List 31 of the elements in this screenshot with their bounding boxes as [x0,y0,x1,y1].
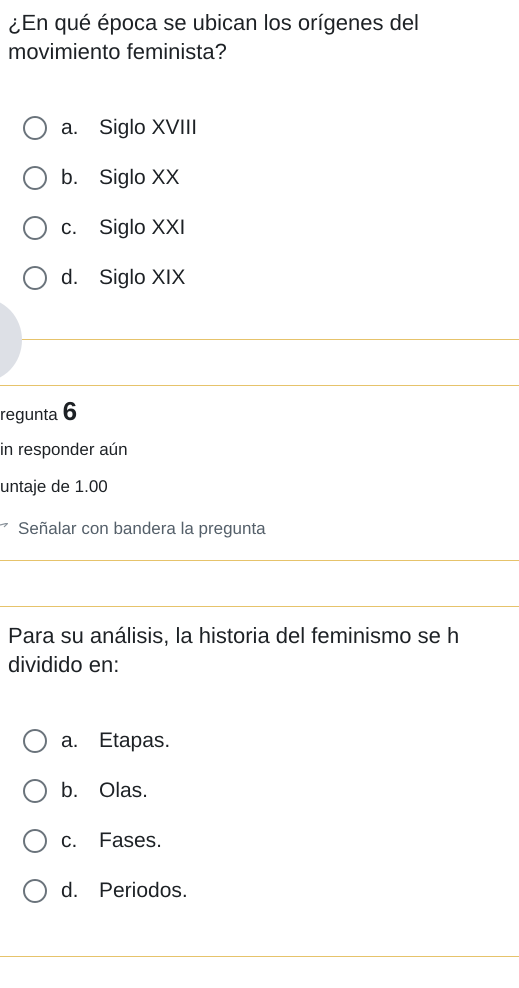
option-label[interactable]: Siglo XIX [99,266,186,290]
option-label[interactable]: Siglo XVIII [99,116,198,140]
option-letter: b. [61,779,80,803]
option-letter: a. [61,116,80,140]
flag-question-link[interactable]: Señalar con bandera la pregunta [18,519,266,539]
option-letter: c. [61,829,78,853]
radio-button[interactable] [23,829,47,853]
radio-button[interactable] [23,729,47,753]
question-number: 6 [62,396,78,427]
option-label[interactable]: Siglo XX [99,166,180,190]
option-letter: d. [61,879,80,903]
option-label[interactable]: Periodos. [99,879,188,903]
option-label[interactable]: Fases. [99,829,162,853]
answer-status: in responder aún [0,440,129,461]
option-label[interactable]: Siglo XXI [99,216,186,240]
question-label: regunta [0,405,58,425]
radio-button[interactable] [23,216,47,240]
score-text: untaje de 1.00 [0,477,109,498]
option-label[interactable]: Olas. [99,779,148,803]
option-letter: b. [61,166,80,190]
question-text: ¿En qué época se ubican los orígenes del movimiento feminista? [7,9,420,66]
radio-button[interactable] [23,116,47,140]
option-letter: d. [61,266,80,290]
option-letter: a. [61,729,80,753]
question-text: Para su análisis, la historia del feminismo se h dividido en: [7,622,460,679]
radio-button[interactable] [23,779,47,803]
radio-button[interactable] [23,879,47,903]
option-label[interactable]: Etapas. [99,729,170,753]
radio-button[interactable] [23,166,47,190]
option-letter: c. [61,216,78,240]
radio-button[interactable] [23,266,47,290]
